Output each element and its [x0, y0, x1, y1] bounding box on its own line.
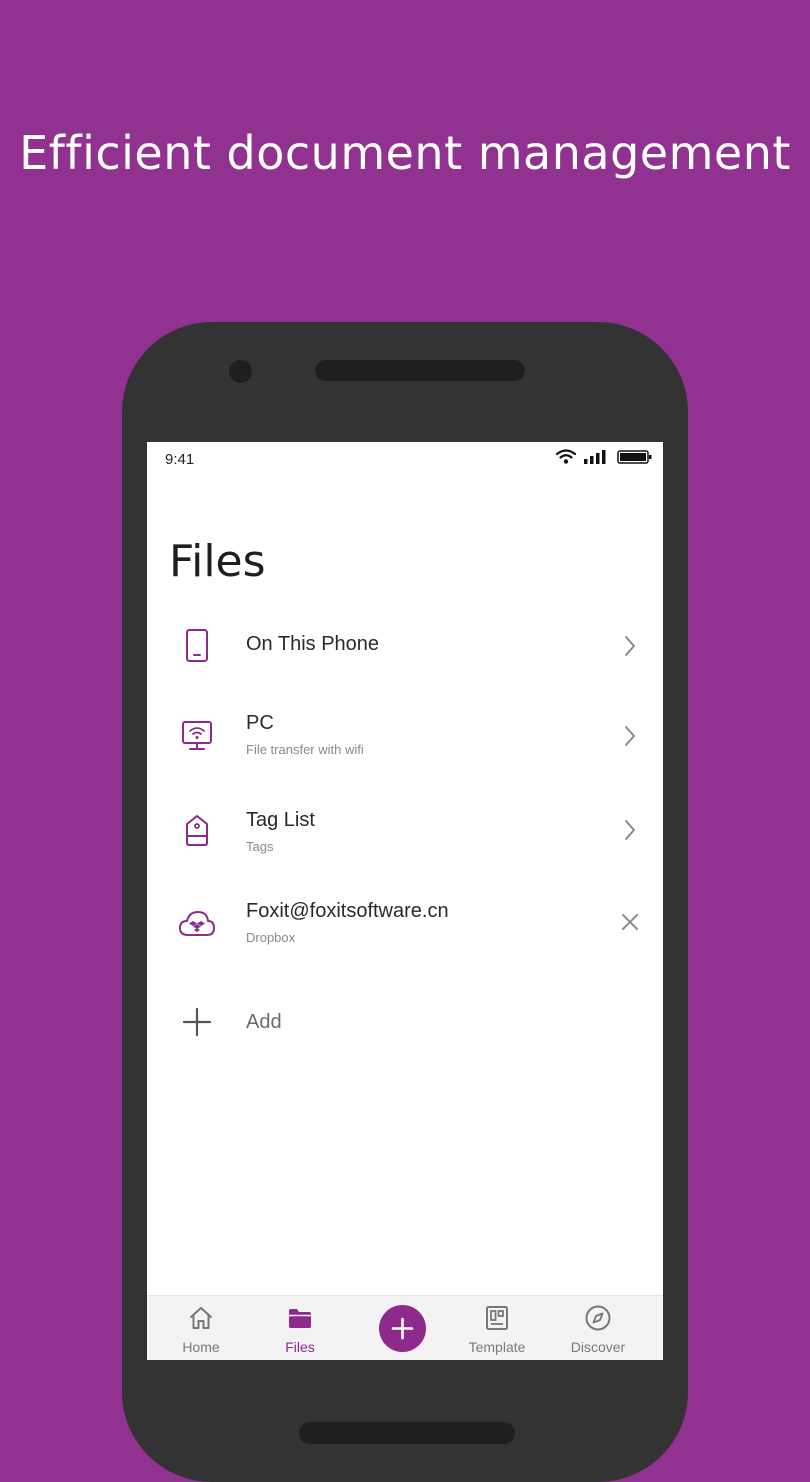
status-bar: 9:41: [147, 442, 663, 476]
add-storage-button[interactable]: Add: [147, 982, 663, 1062]
compass-icon: [585, 1305, 611, 1331]
item-subtitle: File transfer with wifi: [246, 742, 364, 757]
nav-label: Files: [285, 1339, 315, 1355]
signal-icon: [584, 450, 606, 464]
earpiece-speaker: [315, 360, 525, 381]
template-icon: [486, 1306, 508, 1330]
nav-label: Discover: [570, 1339, 626, 1355]
status-time: 9:41: [165, 451, 195, 468]
dropbox-cloud-icon: [179, 911, 215, 936]
create-fab-button[interactable]: [379, 1305, 426, 1352]
nav-label: Template: [468, 1339, 526, 1355]
front-camera: [229, 360, 252, 383]
nav-template[interactable]: Template: [452, 1296, 542, 1360]
home-icon: [190, 1307, 212, 1329]
monitor-wifi-icon: [182, 721, 212, 750]
item-title: Foxit@foxitsoftware.cn: [246, 900, 449, 922]
nav-label: Home: [182, 1339, 220, 1355]
nav-home[interactable]: Home: [156, 1296, 246, 1360]
item-title: On This Phone: [246, 633, 380, 655]
item-title: PC: [246, 712, 274, 734]
plus-icon: [182, 1007, 212, 1037]
list-item-pc[interactable]: PC File transfer with wifi: [147, 696, 663, 776]
item-subtitle: Tags: [246, 839, 274, 854]
folder-icon: [289, 1309, 311, 1328]
bottom-nav: Home Files Template Discover: [147, 1295, 663, 1360]
list-item-tag-list[interactable]: Tag List Tags: [147, 791, 663, 871]
battery-icon: [617, 450, 652, 464]
nav-discover[interactable]: Discover: [553, 1296, 643, 1360]
chevron-right-icon[interactable]: [617, 817, 643, 843]
list-item-on-this-phone[interactable]: On This Phone: [147, 606, 663, 686]
close-icon[interactable]: [617, 909, 643, 935]
tag-icon: [186, 815, 208, 846]
phone-frame: 9:41 Files On This Phone PC File transfe…: [122, 322, 688, 1482]
item-subtitle: Dropbox: [246, 930, 296, 945]
wifi-icon: [555, 449, 577, 464]
home-indicator: [299, 1422, 515, 1444]
add-label: Add: [246, 1011, 282, 1033]
plus-icon: [391, 1317, 414, 1340]
headline: Efficient document management: [19, 126, 791, 180]
page-title: Files: [169, 536, 266, 587]
chevron-right-icon[interactable]: [617, 633, 643, 659]
nav-files[interactable]: Files: [255, 1296, 345, 1360]
chevron-right-icon[interactable]: [617, 723, 643, 749]
phone-icon: [186, 629, 208, 662]
phone-screen: 9:41 Files On This Phone PC File transfe…: [147, 442, 663, 1360]
list-item-dropbox-account[interactable]: Foxit@foxitsoftware.cn Dropbox: [147, 882, 663, 962]
item-title: Tag List: [246, 809, 315, 831]
